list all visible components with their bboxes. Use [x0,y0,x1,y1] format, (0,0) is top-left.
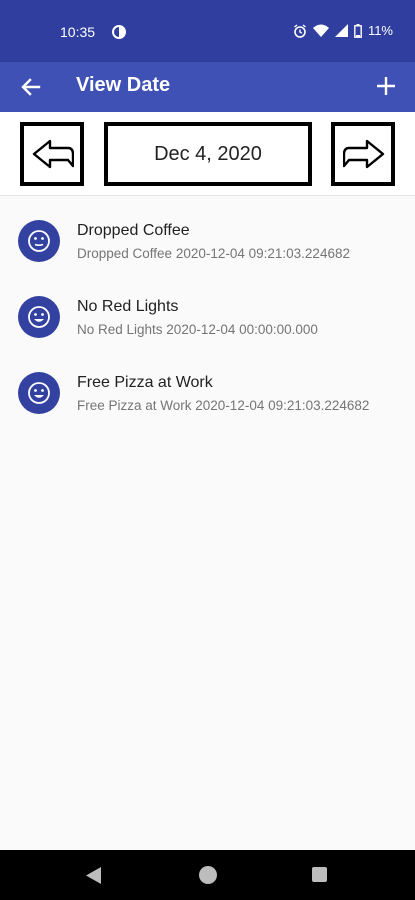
date-display[interactable]: Dec 4, 2020 [104,122,312,186]
list-item[interactable]: Dropped Coffee Dropped Coffee 2020-12-04… [0,200,415,276]
nav-recents-icon[interactable] [312,867,327,882]
app-bar: View Date [0,62,415,112]
next-day-button[interactable] [331,122,395,186]
screen: 10:35 11% View Date Dec 4, 2020 Dropped … [0,0,415,900]
current-date: Dec 4, 2020 [154,142,262,165]
neutral-face-icon [28,230,50,252]
item-subtitle: Dropped Coffee 2020-12-04 09:21:03.22468… [77,246,350,261]
item-subtitle: No Red Lights 2020-12-04 00:00:00.000 [77,322,318,337]
avatar [18,296,60,338]
arrow-left-outline-icon [32,139,74,169]
arrow-right-outline-icon [343,139,385,169]
nav-home-icon[interactable] [199,866,217,884]
arrow-left-icon[interactable] [18,74,44,100]
status-bar: 10:35 11% [0,0,415,62]
battery-percent: 11% [367,23,393,38]
date-navigation: Dec 4, 2020 [0,112,415,196]
page-title: View Date [76,74,171,96]
avatar [18,220,60,262]
signal-icon [334,24,348,37]
data-saver-icon [112,25,126,39]
battery-icon [354,23,362,38]
list-item[interactable]: No Red Lights No Red Lights 2020-12-04 0… [0,276,415,352]
prev-day-button[interactable] [20,122,84,186]
system-nav-bar [0,850,415,900]
item-title: Dropped Coffee [77,222,190,239]
avatar [18,372,60,414]
status-icons: 11% [293,23,393,38]
item-title: Free Pizza at Work [77,374,213,391]
alarm-icon [294,23,306,38]
smile-face-icon [28,306,50,328]
plus-icon[interactable] [373,73,399,99]
smile-face-icon [28,382,50,404]
item-title: No Red Lights [77,298,179,315]
item-subtitle: Free Pizza at Work 2020-12-04 09:21:03.2… [77,398,370,413]
nav-back-icon[interactable] [86,867,102,884]
wifi-icon [312,24,329,37]
status-time: 10:35 [60,24,96,40]
entry-list: Dropped Coffee Dropped Coffee 2020-12-04… [0,200,415,428]
list-item[interactable]: Free Pizza at Work Free Pizza at Work 20… [0,352,415,428]
